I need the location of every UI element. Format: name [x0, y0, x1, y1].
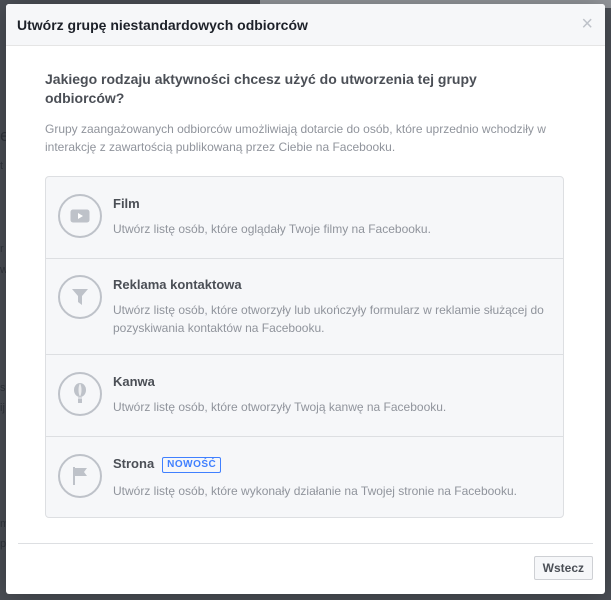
background-fragment: r — [0, 243, 4, 255]
option-canvas[interactable]: Kanwa Utwórz listę osób, które otworzyły… — [46, 355, 563, 437]
balloon-icon — [58, 372, 102, 416]
option-description: Utwórz listę osób, które otworzyły Twoją… — [113, 400, 447, 414]
dialog-title: Utwórz grupę niestandardowych odbiorców — [17, 17, 308, 33]
close-icon[interactable]: × — [581, 14, 593, 34]
footer-divider — [18, 543, 593, 544]
intro-text: Grupy zaangażowanych odbiorców umożliwia… — [45, 122, 546, 154]
option-title: Kanwa — [113, 374, 155, 389]
dialog-header: Utwórz grupę niestandardowych odbiorców … — [6, 4, 605, 46]
activity-options-list: Film Utwórz listę osób, które oglądały T… — [45, 176, 564, 518]
new-badge: NOWOŚĆ — [162, 457, 222, 473]
funnel-icon — [58, 275, 102, 319]
option-description: Utwórz listę osób, które wykonały działa… — [113, 484, 517, 498]
create-custom-audience-dialog: Utwórz grupę niestandardowych odbiorców … — [6, 4, 605, 594]
option-video[interactable]: Film Utwórz listę osób, które oglądały T… — [46, 177, 563, 259]
option-title: Reklama kontaktowa — [113, 277, 242, 292]
activity-question: Jakiego rodzaju aktywności chcesz użyć d… — [45, 71, 477, 106]
option-title: Film — [113, 196, 140, 211]
option-page[interactable]: Strona NOWOŚĆ Utwórz listę osób, które wy… — [46, 437, 563, 517]
back-button[interactable]: Wstecz — [533, 556, 593, 580]
option-description: Utwórz listę osób, które oglądały Twoje … — [113, 222, 431, 236]
option-title-text: Strona — [113, 456, 155, 471]
video-play-icon — [58, 194, 102, 238]
background-fragment: s — [0, 382, 6, 394]
background-fragment: ij — [0, 402, 5, 414]
background-fragment: t — [0, 160, 4, 172]
option-lead-ad[interactable]: Reklama kontaktowa Utwórz listę osób, kt… — [46, 259, 563, 355]
flag-icon — [58, 454, 102, 498]
option-description: Utwórz listę osób, które otworzyły lub u… — [113, 303, 544, 335]
option-title: Strona NOWOŚĆ — [113, 456, 222, 473]
